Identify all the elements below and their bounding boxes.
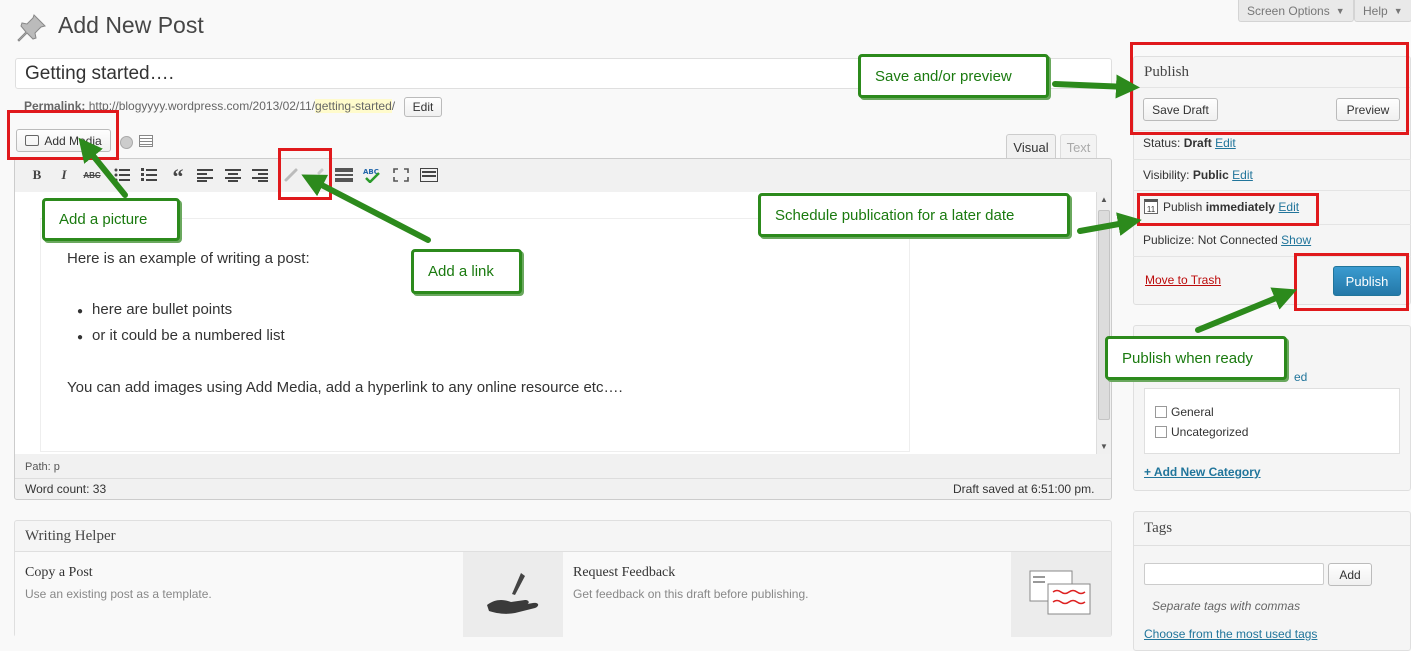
annotation-arrows [78, 74, 1298, 333]
arrow-save-preview [1052, 74, 1140, 99]
callout-add-link: Add a link [411, 249, 522, 294]
callout-save-preview: Save and/or preview [858, 54, 1049, 98]
callout-publish-ready: Publish when ready [1105, 336, 1287, 380]
arrow-add-picture [78, 137, 128, 198]
arrow-schedule [1077, 212, 1142, 236]
arrow-add-link [301, 174, 431, 243]
arrow-publish-ready [1195, 287, 1298, 333]
callout-schedule: Schedule publication for a later date [758, 193, 1070, 237]
callout-add-picture: Add a picture [42, 198, 180, 241]
